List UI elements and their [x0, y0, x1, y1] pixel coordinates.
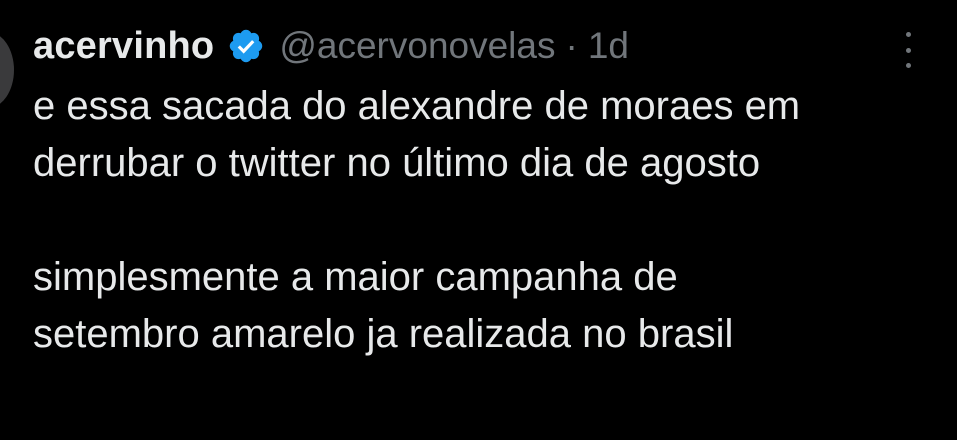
tweet-text-line: setembro amarelo ja realizada no brasil: [33, 312, 734, 356]
more-dot: [905, 47, 911, 53]
avatar[interactable]: [0, 32, 14, 108]
more-dot: [905, 63, 911, 68]
separator-dot: ·: [565, 25, 578, 66]
tweet-text-line: simplesmente a maior campanha de: [33, 255, 678, 299]
verified-badge-icon[interactable]: [227, 27, 265, 65]
tweet-text-line: e essa sacada do alexandre de moraes em: [33, 84, 801, 128]
tweet-text: e essa sacada do alexandre de moraes em …: [33, 78, 933, 363]
author-handle[interactable]: @acervonovelas: [279, 25, 555, 67]
author-display-name[interactable]: acervinho: [33, 25, 214, 68]
more-options-icon[interactable]: [896, 32, 920, 68]
tweet-header: acervinho @acervonovelas · 1d: [33, 18, 629, 74]
tweet-text-line: derrubar o twitter no último dia de agos…: [33, 141, 761, 185]
more-dot: [905, 32, 911, 37]
tweet-timestamp[interactable]: 1d: [588, 25, 629, 67]
